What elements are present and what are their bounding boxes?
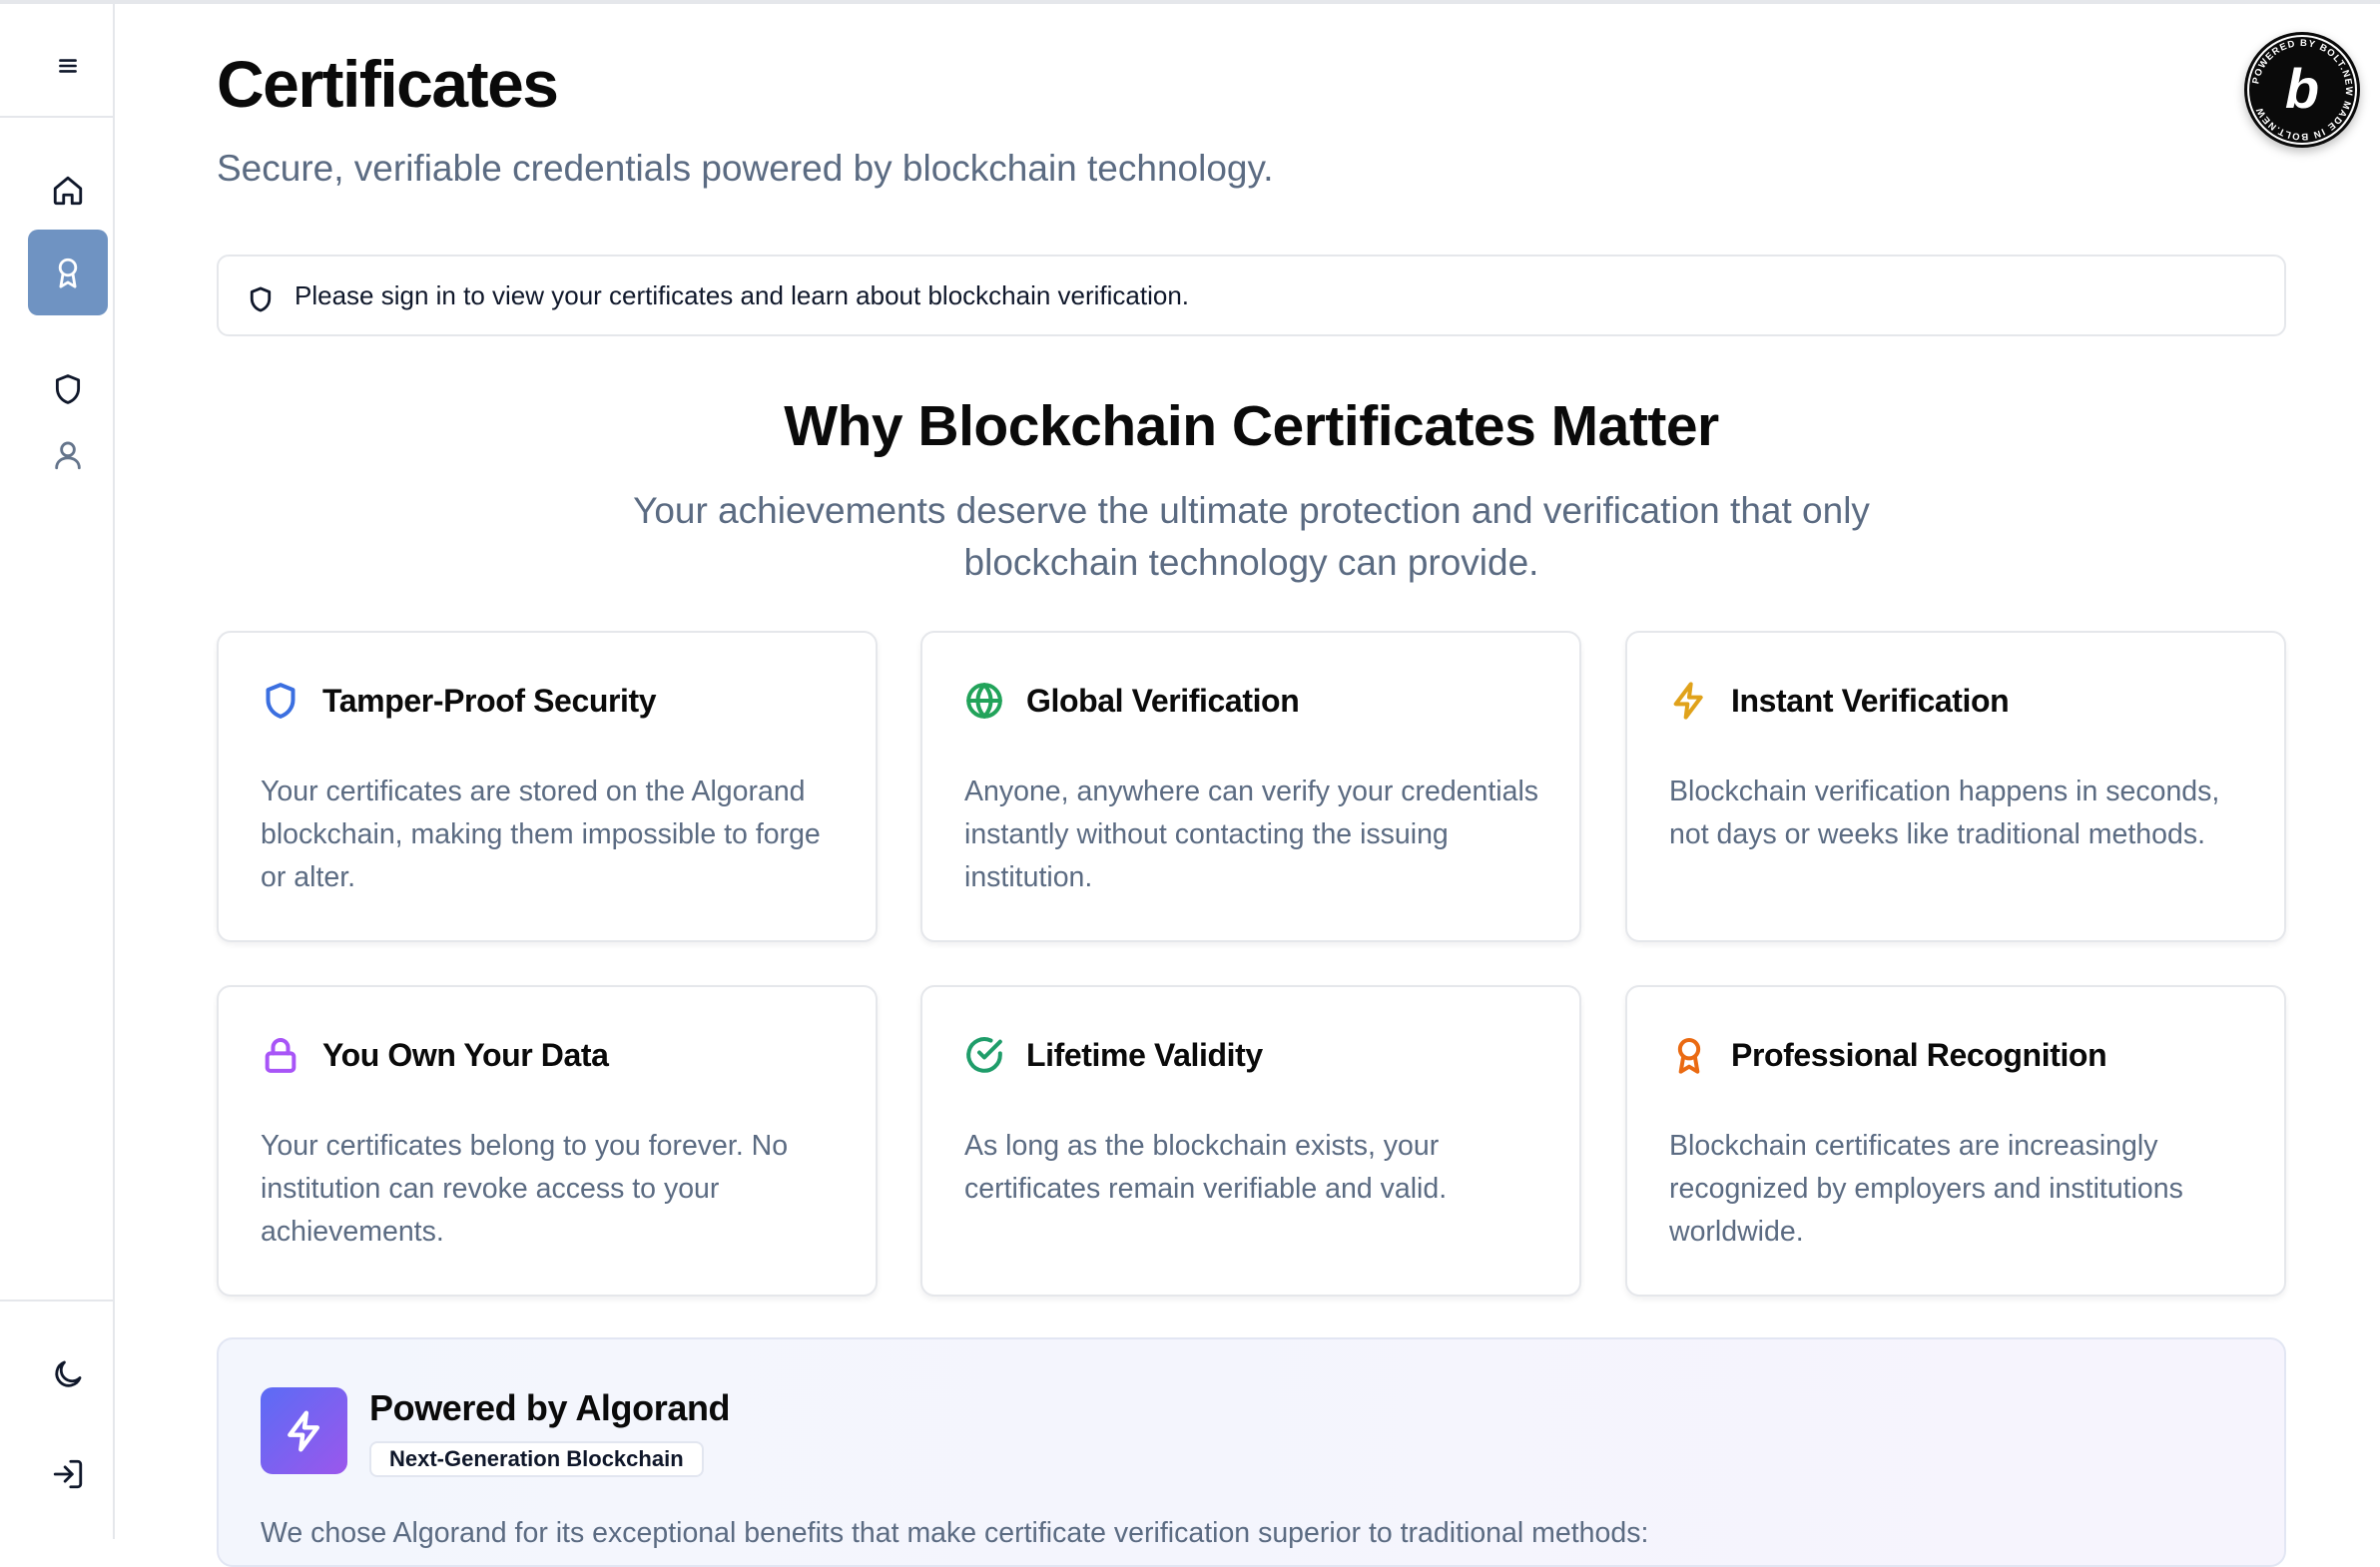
feature-text: As long as the blockchain exists, your c… [964, 1130, 1448, 1205]
zap-icon [1673, 682, 1703, 720]
feature-text: Your certificates belong to you forever.… [261, 1130, 789, 1248]
check-circle-icon [966, 1037, 1002, 1073]
sidebar-item-certificates[interactable] [28, 230, 108, 315]
feature-title: Instant Verification [1731, 682, 2010, 719]
algorand-logo [261, 1387, 347, 1474]
shield-icon [250, 286, 272, 312]
award-icon [58, 258, 78, 288]
feature-card: Instant Verification Blockchain verifica… [1625, 631, 2286, 942]
sidebar-item-profile[interactable] [28, 412, 108, 498]
log-in-icon [53, 1459, 83, 1489]
algorand-title: Powered by Algorand [369, 1387, 731, 1428]
user-icon [55, 441, 81, 470]
lock-icon [265, 1038, 297, 1073]
sign-in-notice: Please sign in to view your certificates… [217, 255, 2286, 336]
home-icon [53, 176, 83, 206]
algorand-badge: Next-Generation Blockchain [369, 1441, 704, 1477]
shield-icon [55, 374, 81, 404]
algorand-panel: Powered by Algorand Next-Generation Bloc… [217, 1337, 2286, 1567]
main-content: Certificates Secure, verifiable credenti… [217, 0, 2286, 1567]
shield-icon [266, 683, 296, 719]
sidebar [0, 4, 115, 1539]
feature-title: Tamper-Proof Security [322, 682, 657, 719]
feature-card: You Own Your Data Your certificates belo… [217, 985, 878, 1297]
algorand-text: We chose Algorand for its exceptional be… [261, 1517, 1649, 1549]
sidebar-header [0, 4, 113, 118]
award-icon [1677, 1038, 1701, 1074]
feature-title: You Own Your Data [322, 1036, 609, 1073]
feature-card: Tamper-Proof Security Your certificates … [217, 631, 878, 942]
feature-text: Blockchain certificates are increasingly… [1669, 1130, 2183, 1248]
page-title: Certificates [217, 47, 559, 121]
theme-toggle-button[interactable] [28, 1331, 108, 1417]
moon-icon [55, 1360, 82, 1387]
globe-icon [966, 683, 1002, 719]
bolt-badge-link[interactable]: POWERED BY BOLT.NEW MADE IN BOLT.NEW b [2244, 32, 2360, 148]
zap-icon [287, 1409, 319, 1452]
sign-in-button[interactable] [28, 1431, 108, 1517]
feature-text: Your certificates are stored on the Algo… [261, 776, 821, 893]
menu-button[interactable] [48, 48, 88, 84]
feature-card: Professional Recognition Blockchain cert… [1625, 985, 2286, 1297]
section-title: Why Blockchain Certificates Matter [784, 394, 1719, 458]
section-subtitle: Your achievements deserve the ultimate p… [633, 490, 1870, 583]
feature-title: Professional Recognition [1731, 1036, 2107, 1073]
feature-text: Anyone, anywhere can verify your credent… [964, 776, 1539, 893]
svg-text:b: b [2285, 57, 2319, 120]
feature-title: Lifetime Validity [1026, 1036, 1263, 1073]
feature-title: Global Verification [1026, 682, 1300, 719]
page-subtitle: Secure, verifiable credentials powered b… [217, 148, 1274, 189]
feature-text: Blockchain verification happens in secon… [1669, 776, 2220, 850]
feature-card: Global Verification Anyone, anywhere can… [920, 631, 1581, 942]
menu-icon [59, 59, 77, 73]
sidebar-divider [0, 1300, 113, 1302]
notice-text: Please sign in to view your certificates… [295, 279, 1190, 310]
bolt-logo-icon: POWERED BY BOLT.NEW MADE IN BOLT.NEW b [2247, 35, 2357, 145]
feature-card: Lifetime Validity As long as the blockch… [920, 985, 1581, 1297]
